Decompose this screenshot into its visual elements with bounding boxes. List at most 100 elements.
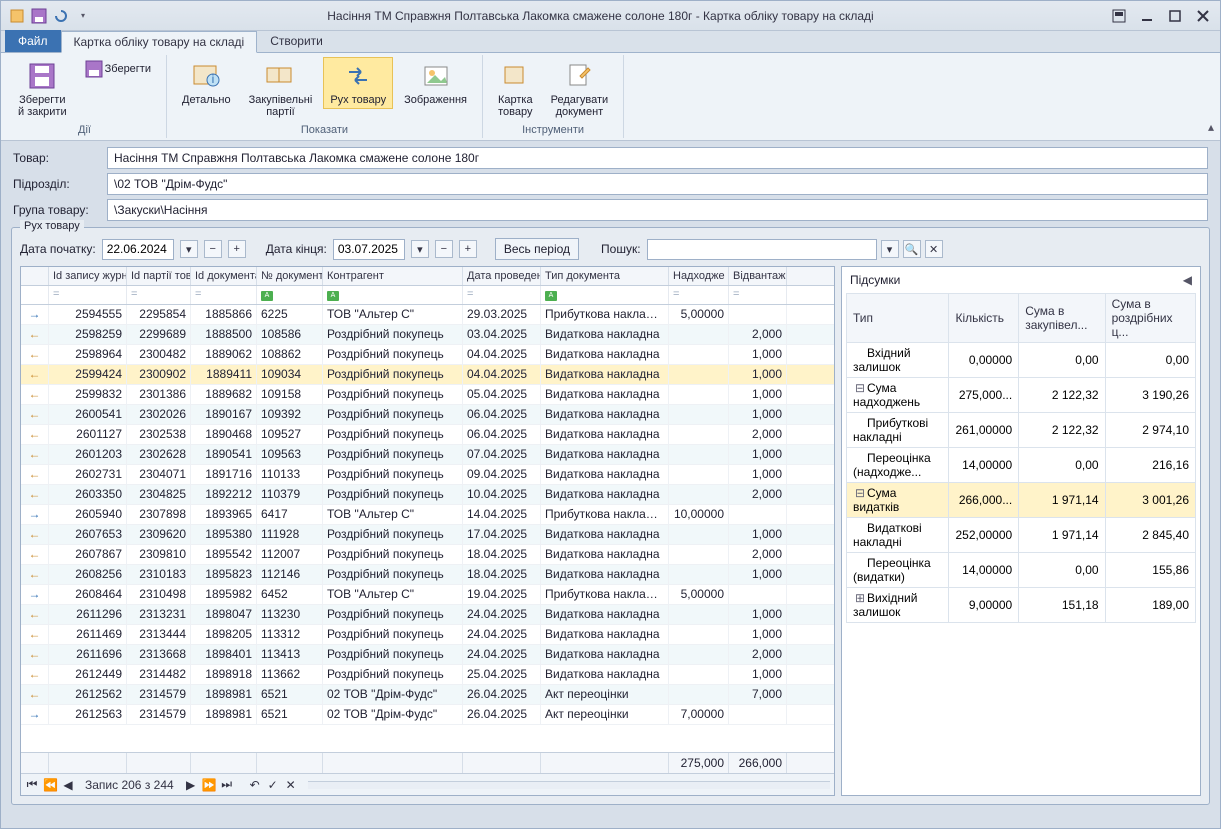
table-row[interactable]: ←260120323026281890541109563Роздрібний п… xyxy=(21,445,834,465)
nav-prevpage-icon[interactable]: ⏪ xyxy=(43,778,57,792)
summary-title: Підсумки xyxy=(850,273,900,287)
dend-plus-icon[interactable]: + xyxy=(459,240,477,258)
search-input[interactable] xyxy=(647,239,877,260)
table-row[interactable]: ←260825623101831895823112146Роздрібний п… xyxy=(21,565,834,585)
qat-save-icon[interactable] xyxy=(29,6,49,26)
summary-panel: Підсумки ◀ ТипКількістьСума в закупівел.… xyxy=(841,266,1201,796)
close-icon[interactable] xyxy=(1192,5,1214,27)
nav-cancel-icon[interactable]: ✕ xyxy=(284,778,298,792)
group-label: Група товару: xyxy=(13,199,101,221)
summary-collapse-icon[interactable]: ◀ xyxy=(1183,273,1192,287)
edit-doc-button[interactable]: Редагувати документ xyxy=(544,57,616,121)
dstart-plus-icon[interactable]: + xyxy=(228,240,246,258)
ribbon-collapse-icon[interactable]: ▴ xyxy=(1208,120,1214,134)
filter-row: Дата початку: ▾ − + Дата кінця: ▾ − + Ве… xyxy=(20,236,1201,266)
qat-refresh-icon[interactable] xyxy=(51,6,71,26)
table-row[interactable]: →261256323145791898981652102 ТОВ "Дрім-Ф… xyxy=(21,705,834,725)
nav-first-icon[interactable]: ⏮ xyxy=(25,777,39,792)
summary-row[interactable]: Видаткові накладні252,000001 971,142 845… xyxy=(847,518,1196,553)
minimize-icon[interactable] xyxy=(1136,5,1158,27)
table-row[interactable]: ←261146923134441898205113312Роздрібний п… xyxy=(21,625,834,645)
svg-text:i: i xyxy=(212,72,215,86)
dend-input[interactable] xyxy=(333,239,405,260)
table-row[interactable]: →2608464231049818959826452ТОВ "Альтер С"… xyxy=(21,585,834,605)
maximize-icon[interactable] xyxy=(1164,5,1186,27)
save-close-button[interactable]: Зберегти й закрити xyxy=(11,57,74,121)
nav-record-label: Запис 206 з 244 xyxy=(79,778,180,792)
nav-last-icon[interactable]: ⏭ xyxy=(220,777,234,792)
summary-row[interactable]: Переоцінка (надходже...14,000000,00216,1… xyxy=(847,448,1196,483)
nav-prev-icon[interactable]: ◀ xyxy=(61,778,75,792)
nav-next-icon[interactable]: ▶ xyxy=(184,778,198,792)
whole-period-button[interactable]: Весь період xyxy=(495,238,579,260)
search-clear-icon[interactable]: ✕ xyxy=(925,240,943,258)
summary-row[interactable]: Прибуткові накладні261,000002 122,322 97… xyxy=(847,413,1196,448)
summary-row[interactable]: Вхідний залишок0,000000,000,00 xyxy=(847,343,1196,378)
table-row[interactable]: ←261244923144821898918113662Роздрібний п… xyxy=(21,665,834,685)
movement-fieldset: Рух товару Дата початку: ▾ − + Дата кінц… xyxy=(11,227,1210,805)
division-label: Підрозділ: xyxy=(13,173,101,195)
group-actions-label: Дії xyxy=(11,122,158,136)
purchase-batches-button[interactable]: Закупівельні партії xyxy=(242,57,320,121)
detailed-button[interactable]: i Детально xyxy=(175,57,238,109)
grid-body[interactable]: →2594555229585418858666225ТОВ "Альтер С"… xyxy=(21,305,834,752)
table-row[interactable]: ←260335023048251892212110379Роздрібний п… xyxy=(21,485,834,505)
group-show-label: Показати xyxy=(175,122,474,136)
summary-table[interactable]: ТипКількістьСума в закупівел...Сума в ро… xyxy=(846,293,1196,623)
grid-header[interactable]: Id запису журналу о...Id партії товаруId… xyxy=(21,267,834,286)
table-row[interactable]: ←259896423004821889062108862Роздрібний п… xyxy=(21,345,834,365)
dock-icon[interactable] xyxy=(1108,5,1130,27)
summary-row[interactable]: ⊟Сума надходжень275,000...2 122,323 190,… xyxy=(847,378,1196,413)
fieldset-legend: Рух товару xyxy=(20,220,84,232)
qat-new-icon[interactable] xyxy=(7,6,27,26)
table-row[interactable]: →2594555229585418858666225ТОВ "Альтер С"… xyxy=(21,305,834,325)
table-row[interactable]: ←260273123040711891716110133Роздрібний п… xyxy=(21,465,834,485)
table-row[interactable]: →2605940230789818939656417ТОВ "Альтер С"… xyxy=(21,505,834,525)
tab-card[interactable]: Картка обліку товару на складі xyxy=(61,31,258,53)
header-form: Товар: Насіння ТМ Справжня Полтавська Ла… xyxy=(1,141,1220,223)
window-title: Насіння ТМ Справжня Полтавська Лакомка с… xyxy=(93,9,1108,23)
movement-button[interactable]: Рух товару xyxy=(323,57,393,109)
division-field[interactable]: \02 ТОВ "Дрім-Фудс" xyxy=(107,173,1208,195)
tab-file[interactable]: Файл xyxy=(5,30,61,52)
dstart-label: Дата початку: xyxy=(20,242,96,256)
summary-row[interactable]: Переоцінка (видатки)14,000000,00155,86 xyxy=(847,553,1196,588)
dend-dropdown-icon[interactable]: ▾ xyxy=(411,240,429,258)
search-go-icon[interactable]: 🔍 xyxy=(903,240,921,258)
table-row[interactable]: ←259942423009021889411109034Роздрібний п… xyxy=(21,365,834,385)
tab-create[interactable]: Створити xyxy=(257,30,336,52)
table-row[interactable]: ←261256223145791898981652102 ТОВ "Дрім-Ф… xyxy=(21,685,834,705)
save-button[interactable]: Зберегти xyxy=(78,57,158,81)
nav-check-icon[interactable]: ✓ xyxy=(266,778,280,792)
ribbon-tabs: Файл Картка обліку товару на складі Ство… xyxy=(1,31,1220,53)
summary-row[interactable]: ⊞Вихідний залишок9,00000151,18189,00 xyxy=(847,588,1196,623)
table-row[interactable]: ←259983223013861889682109158Роздрібний п… xyxy=(21,385,834,405)
titlebar: ▾ Насіння ТМ Справжня Полтавська Лакомка… xyxy=(1,1,1220,31)
group-tools-label: Інструменти xyxy=(491,122,615,136)
card-button[interactable]: Картка товару xyxy=(491,57,540,121)
dstart-minus-icon[interactable]: − xyxy=(204,240,222,258)
movement-grid: Id запису журналу о...Id партії товаруId… xyxy=(20,266,835,796)
group-field[interactable]: \Закуски\Насіння xyxy=(107,199,1208,221)
image-button[interactable]: Зображення xyxy=(397,57,474,109)
qat-dropdown-icon[interactable]: ▾ xyxy=(73,6,93,26)
table-row[interactable]: ←260786723098101895542112007Роздрібний п… xyxy=(21,545,834,565)
nav-nextpage-icon[interactable]: ⏩ xyxy=(202,778,216,792)
nav-undo-icon[interactable]: ↶ xyxy=(248,778,262,792)
table-row[interactable]: ←259825922996891888500108586Роздрібний п… xyxy=(21,325,834,345)
dend-minus-icon[interactable]: − xyxy=(435,240,453,258)
dstart-input[interactable] xyxy=(102,239,174,260)
table-row[interactable]: ←261169623136681898401113413Роздрібний п… xyxy=(21,645,834,665)
search-dropdown-icon[interactable]: ▾ xyxy=(881,240,899,258)
grid-navbar: ⏮ ⏪ ◀ Запис 206 з 244 ▶ ⏩ ⏭ ↶ ✓ ✕ xyxy=(21,773,834,795)
table-row[interactable]: ←260054123020261890167109392Роздрібний п… xyxy=(21,405,834,425)
summary-row[interactable]: ⊟Сума видатків266,000...1 971,143 001,26 xyxy=(847,483,1196,518)
table-row[interactable]: ←261129623132311898047113230Роздрібний п… xyxy=(21,605,834,625)
dstart-dropdown-icon[interactable]: ▾ xyxy=(180,240,198,258)
dend-label: Дата кінця: xyxy=(266,242,327,256)
grid-filter-row[interactable]: ===AA=A== xyxy=(21,286,834,305)
product-field[interactable]: Насіння ТМ Справжня Полтавська Лакомка с… xyxy=(107,147,1208,169)
search-label: Пошук: xyxy=(601,242,641,256)
table-row[interactable]: ←260112723025381890468109527Роздрібний п… xyxy=(21,425,834,445)
table-row[interactable]: ←260765323096201895380111928Роздрібний п… xyxy=(21,525,834,545)
